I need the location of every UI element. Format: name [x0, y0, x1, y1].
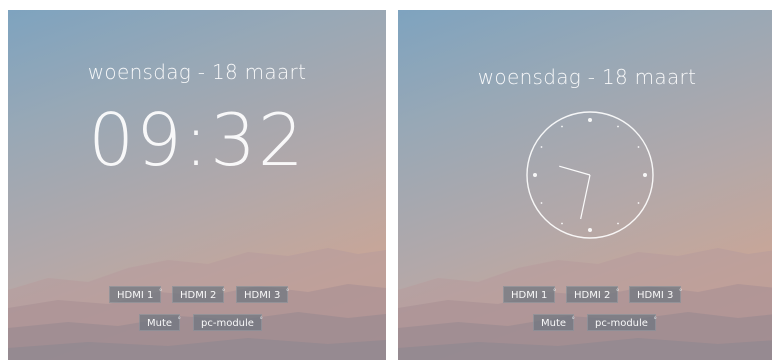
corner-mark-icon: ° — [615, 288, 620, 296]
hour-mark — [643, 173, 647, 177]
hour-mark — [637, 146, 640, 148]
hdmi-2-button[interactable]: HDMI 2 ° — [172, 286, 226, 303]
hour-mark — [637, 202, 640, 204]
date-label: woensdag - 18 maart — [87, 60, 307, 84]
hdmi-2-label: HDMI 2 — [180, 290, 217, 301]
hour-mark — [533, 173, 537, 177]
hdmi-3-button[interactable]: HDMI 3 ° — [629, 286, 683, 303]
corner-mark-icon: ° — [552, 288, 557, 296]
screenshot-stage: woensdag - 18 maart 09:32 HDMI 1 ° HDMI … — [0, 0, 772, 361]
mute-label: Mute — [541, 318, 567, 329]
corner-mark-icon: ° — [259, 316, 263, 324]
minute-hand — [580, 174, 591, 220]
hdmi-1-label: HDMI 1 — [117, 290, 154, 301]
hour-mark — [617, 222, 619, 225]
mute-label: Mute — [147, 318, 173, 329]
hdmi-2-button[interactable]: HDMI 2 ° — [566, 286, 620, 303]
digital-time: 09:32 — [88, 98, 306, 182]
hdmi-3-label: HDMI 3 — [637, 290, 674, 301]
corner-mark-icon: ° — [221, 288, 226, 296]
corner-mark-icon: ° — [285, 288, 290, 296]
corner-mark-icon: ° — [571, 316, 576, 324]
analog-clock-face — [526, 111, 654, 239]
pc-module-label: pc-module — [595, 318, 648, 329]
hour-mark — [588, 228, 592, 232]
hdmi-1-button[interactable]: HDMI 1 ° — [109, 286, 163, 303]
analog-clock-screen: woensdag - 18 maart HDMI 1 ° HDMI 2 ° HD… — [398, 10, 772, 360]
corner-mark-icon: ° — [177, 316, 182, 324]
mute-button[interactable]: Mute ° — [533, 314, 576, 331]
hdmi-2-label: HDMI 2 — [574, 290, 611, 301]
hour-mark — [540, 202, 543, 204]
hdmi-1-button[interactable]: HDMI 1 ° — [503, 286, 557, 303]
hdmi-3-label: HDMI 3 — [244, 290, 281, 301]
corner-mark-icon: ° — [653, 316, 657, 324]
hour-mark — [561, 222, 563, 225]
hdmi-1-label: HDMI 1 — [511, 290, 548, 301]
hour-hand — [559, 165, 591, 176]
corner-mark-icon: ° — [678, 288, 683, 296]
mute-button[interactable]: Mute ° — [139, 314, 182, 331]
digital-clock-screen: woensdag - 18 maart 09:32 HDMI 1 ° HDMI … — [8, 10, 386, 360]
hour-mark — [588, 118, 592, 122]
hour-mark — [561, 125, 563, 128]
hour-mark — [540, 146, 543, 148]
hour-mark — [617, 125, 619, 128]
pc-module-button[interactable]: pc-module ° — [193, 314, 263, 331]
date-label: woensdag - 18 maart — [477, 65, 697, 89]
pc-module-button[interactable]: pc-module ° — [587, 314, 657, 331]
pc-module-label: pc-module — [201, 318, 254, 329]
hdmi-3-button[interactable]: HDMI 3 ° — [236, 286, 290, 303]
corner-mark-icon: ° — [158, 288, 163, 296]
